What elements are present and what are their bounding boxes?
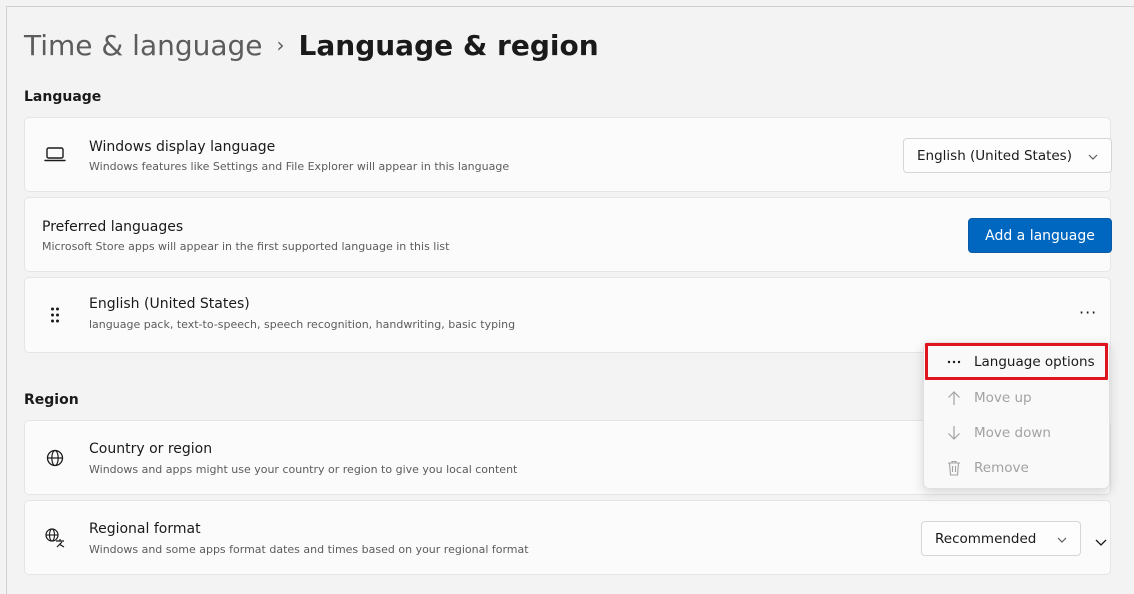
add-language-button[interactable]: Add a language [968,218,1112,253]
language-entry-subtitle: language pack, text-to-speech, speech re… [89,318,516,331]
globe-language-icon [43,526,67,550]
preferred-languages-title: Preferred languages [42,219,184,235]
expand-chevron-icon[interactable] [1095,532,1107,551]
menu-item-label: Move down [974,424,1051,441]
chevron-down-icon [1088,148,1098,164]
breadcrumb-parent[interactable]: Time & language [24,29,263,62]
preferred-languages-card: Preferred languages Microsoft Store apps… [24,197,1112,272]
laptop-icon [43,143,67,167]
country-region-title: Country or region [89,441,213,457]
more-options-button[interactable]: ··· [1079,303,1097,322]
language-context-menu: Language options Move up Move down Remov… [923,342,1110,489]
page-title: Time & language › Language & region [24,28,599,66]
menu-item-language-options[interactable]: Language options [930,345,1104,378]
menu-item-label: Move up [974,389,1032,406]
breadcrumb-separator: › [276,33,285,57]
arrow-down-icon [940,425,968,441]
regional-format-title: Regional format [89,521,201,537]
arrow-up-icon [940,390,968,406]
display-language-value: English (United States) [917,147,1072,164]
country-region-subtitle: Windows and apps might use your country … [89,463,518,476]
menu-item-remove[interactable]: Remove [930,451,1104,484]
section-label-language: Language [24,89,102,105]
menu-item-move-down[interactable]: Move down [930,416,1104,449]
regional-format-dropdown[interactable]: Recommended [921,521,1081,556]
regional-format-subtitle: Windows and some apps format dates and t… [89,543,529,556]
regional-format-card: Regional format Windows and some apps fo… [24,500,1111,575]
drag-handle-icon[interactable] [43,303,67,327]
trash-icon [940,460,968,476]
menu-item-label: Remove [974,459,1029,476]
display-language-subtitle: Windows features like Settings and File … [89,160,510,173]
language-entry-title: English (United States) [89,296,250,312]
menu-item-move-up[interactable]: Move up [930,381,1104,414]
breadcrumb-current: Language & region [298,29,599,62]
chevron-down-icon [1057,531,1067,547]
section-label-region: Region [24,392,79,408]
globe-icon [43,446,67,470]
menu-item-label: Language options [974,353,1095,370]
display-language-dropdown[interactable]: English (United States) [903,138,1112,173]
more-icon [940,360,968,364]
regional-format-value: Recommended [935,530,1037,547]
display-language-title: Windows display language [89,139,276,155]
preferred-languages-subtitle: Microsoft Store apps will appear in the … [42,240,450,253]
display-language-card: Windows display language Windows feature… [24,117,1112,192]
